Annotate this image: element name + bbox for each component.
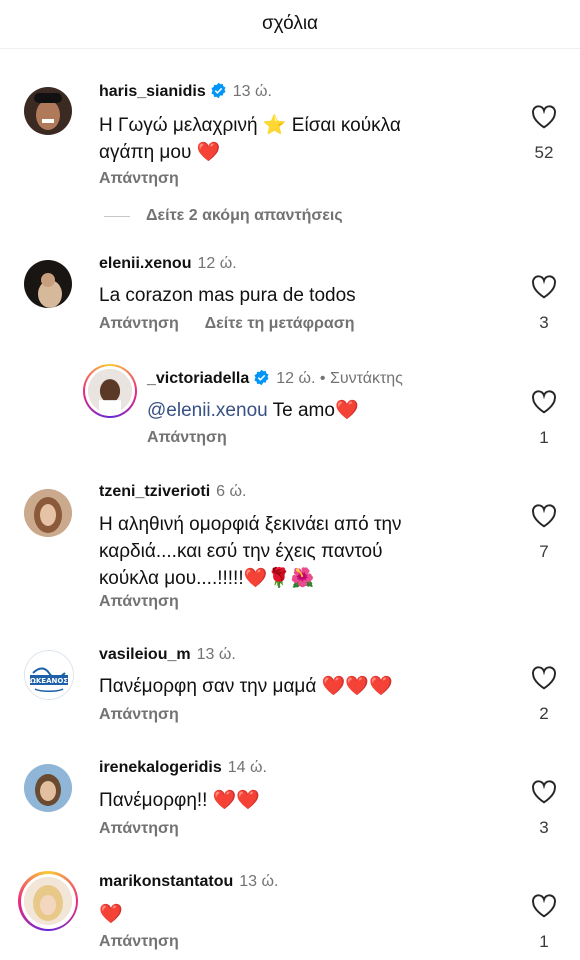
- comment-text: αγάπη μου ❤️: [99, 142, 221, 163]
- comments-header: σχόλια: [0, 0, 580, 49]
- like-button[interactable]: 52: [524, 105, 564, 163]
- like-count: 3: [539, 818, 549, 837]
- timestamp: 13 ώ.: [196, 646, 236, 663]
- like-button[interactable]: 3: [524, 275, 564, 333]
- like-count: 1: [539, 932, 549, 951]
- view-more-replies-label: Δείτε 2 ακόμη απαντήσεις: [146, 207, 343, 224]
- avatar-logo-text: ΩΚΕΑΝΟΣ: [30, 677, 68, 685]
- heart-icon: [532, 105, 556, 129]
- avatar-story-ring[interactable]: [18, 871, 78, 931]
- comment-text: La corazon mas pura de todos: [99, 285, 356, 306]
- like-button[interactable]: 3: [524, 780, 564, 838]
- username[interactable]: vasileiou_m: [99, 646, 191, 663]
- username[interactable]: irenekalogeridis: [99, 759, 222, 776]
- like-count: 52: [534, 143, 554, 162]
- heart-icon: [532, 504, 556, 528]
- username[interactable]: tzeni_tziverioti: [99, 483, 210, 500]
- timestamp: 12 ώ.: [197, 255, 237, 272]
- username[interactable]: _victoriadella: [147, 370, 249, 387]
- reply-button[interactable]: Απάντηση: [99, 820, 179, 837]
- like-count: 7: [539, 542, 549, 561]
- username[interactable]: haris_sianidis: [99, 83, 206, 100]
- divider: [104, 215, 130, 217]
- like-button[interactable]: 1: [524, 390, 564, 448]
- heart-icon: [532, 780, 556, 804]
- reply-button[interactable]: Απάντηση: [147, 429, 227, 446]
- like-count: 2: [539, 704, 549, 723]
- like-count: 3: [539, 313, 549, 332]
- heart-icon: [532, 390, 556, 414]
- like-button[interactable]: 1: [524, 894, 564, 952]
- like-button[interactable]: 2: [524, 666, 564, 724]
- reply-button[interactable]: Απάντηση: [99, 706, 179, 723]
- verified-icon: [211, 82, 226, 99]
- page-title: σχόλια: [261, 13, 319, 34]
- view-more-replies[interactable]: Δείτε 2 ακόμη απαντήσεις: [104, 207, 343, 225]
- heart-icon: [532, 275, 556, 299]
- avatar: [24, 877, 72, 925]
- like-button[interactable]: 7: [524, 504, 564, 562]
- avatar[interactable]: [24, 764, 72, 812]
- reply-button[interactable]: Απάντηση: [99, 170, 179, 187]
- comment-text: καρδιά....και εσύ την έχεις παντού: [99, 541, 383, 562]
- like-count: 1: [539, 428, 549, 447]
- timestamp: 12 ώ. • Συντάκτης: [276, 370, 403, 387]
- timestamp: 6 ώ.: [216, 483, 247, 500]
- avatar[interactable]: [24, 260, 72, 308]
- avatar[interactable]: ΩΚΕΑΝΟΣ: [24, 650, 74, 700]
- username[interactable]: marikonstantatou: [99, 873, 233, 890]
- timestamp: 14 ώ.: [227, 759, 267, 776]
- translate-button[interactable]: Δείτε τη μετάφραση: [205, 315, 355, 332]
- comment-text: ❤️: [99, 904, 123, 925]
- comment-text: κούκλα μου....!!!!!❤️🌹🌺: [99, 568, 315, 589]
- heart-icon: [532, 894, 556, 918]
- timestamp: 13 ώ.: [232, 83, 272, 100]
- comment-text: Te amo❤️: [267, 400, 359, 421]
- avatar: [88, 369, 132, 413]
- reply-button[interactable]: Απάντηση: [99, 933, 179, 950]
- username[interactable]: elenii.xenou: [99, 255, 191, 272]
- avatar[interactable]: [24, 87, 72, 135]
- comment-text: Η αληθινή ομορφιά ξεκινάει από την: [99, 514, 402, 535]
- timestamp: 13 ώ.: [239, 873, 279, 890]
- heart-icon: [532, 666, 556, 690]
- comment-text: Πανέμορφη σαν την μαμά ❤️❤️❤️: [99, 676, 393, 697]
- reply-button[interactable]: Απάντηση: [99, 593, 179, 610]
- comment-text: Πανέμορφη!! ❤️❤️: [99, 790, 261, 811]
- avatar[interactable]: [24, 489, 72, 537]
- avatar-story-ring[interactable]: [83, 364, 137, 418]
- mention-link[interactable]: @elenii.xenou: [147, 400, 268, 421]
- reply-button[interactable]: Απάντηση: [99, 315, 179, 332]
- verified-icon: [254, 369, 269, 386]
- comment-text: Η Γωγώ μελαχρινή ⭐ Είσαι κούκλα: [99, 115, 401, 136]
